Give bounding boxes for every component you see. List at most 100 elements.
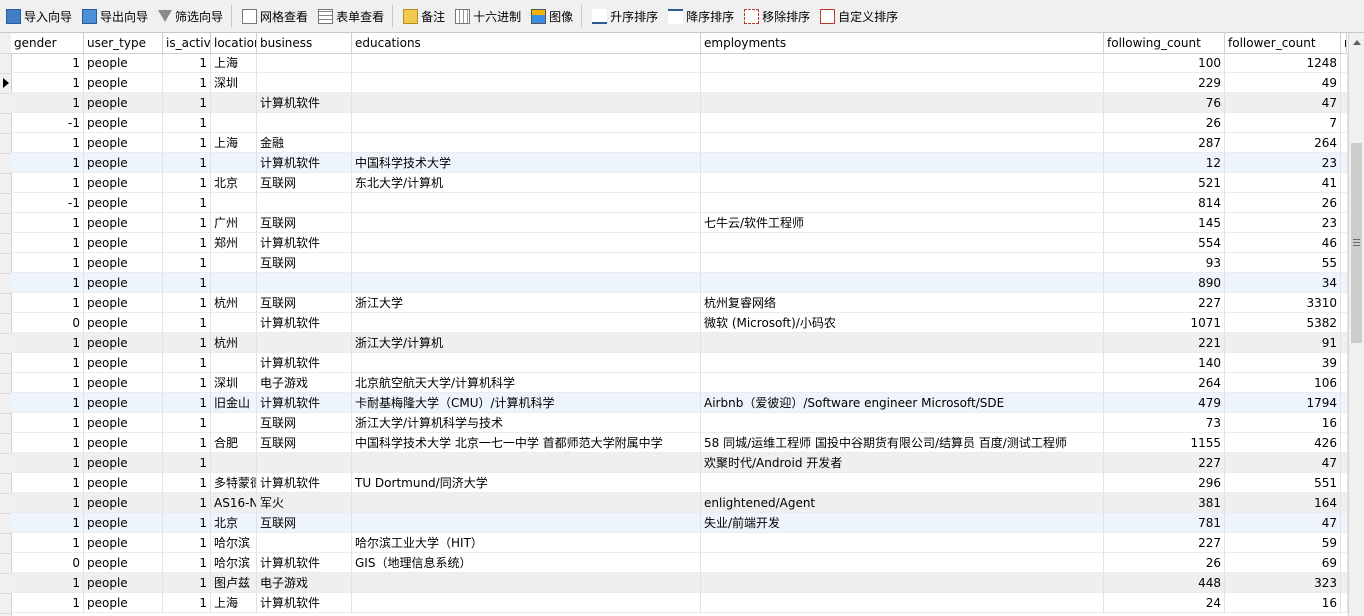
cell-location[interactable]: 北京 [211, 513, 257, 533]
cell-following_count[interactable]: 221 [1104, 333, 1225, 353]
cell-gender[interactable]: 1 [11, 233, 84, 253]
cell-employments[interactable]: enlightened/Agent [701, 493, 1104, 513]
cell-user_type[interactable]: people [84, 353, 163, 373]
table-row[interactable]: 1people1AS16-NW军火enlightened/Agent381164 [11, 493, 1348, 513]
table-row[interactable]: 1 people 1 北京 互联网 失业/前端开发 781 47 [11, 513, 1348, 533]
cell-is_active[interactable]: 1 [163, 373, 211, 393]
cell-educations[interactable] [352, 113, 701, 133]
table-row[interactable]: 1 people 1 欢聚时代/Android 开发者 227 47 [11, 453, 1348, 473]
table-row[interactable]: 1 people 1 上海 100 1248 [11, 53, 1348, 73]
memo-button[interactable]: 备注 [399, 4, 449, 28]
cell-following_count[interactable]: 781 [1104, 513, 1225, 533]
cell-gender[interactable]: 1 [11, 533, 84, 553]
cell-educations[interactable]: 哈尔滨工业大学（HIT） [352, 533, 701, 553]
cell-follower_count[interactable]: 551 [1225, 473, 1341, 493]
cell-follower_count[interactable]: 91 [1225, 333, 1341, 353]
column-header-business[interactable]: business [257, 33, 352, 53]
cell-gender[interactable]: 0 [11, 553, 84, 573]
cell-educations[interactable] [352, 73, 701, 93]
cell-is_active[interactable]: 1 [163, 413, 211, 433]
export-wizard-button[interactable]: 导出向导 [78, 4, 152, 28]
cell-user_type[interactable]: people [84, 373, 163, 393]
cell-business[interactable] [257, 193, 352, 213]
cell-educations[interactable] [352, 253, 701, 273]
cell-extra[interactable] [1341, 533, 1348, 553]
cell-user_type[interactable]: people [84, 553, 163, 573]
cell-user_type[interactable]: people [84, 213, 163, 233]
cell-following_count[interactable]: 381 [1104, 493, 1225, 513]
cell-gender[interactable]: 1 [11, 53, 84, 73]
cell-follower_count[interactable]: 16 [1225, 593, 1341, 613]
cell-business[interactable]: 计算机软件 [257, 233, 352, 253]
cell-employments[interactable] [701, 273, 1104, 293]
cell-extra[interactable] [1341, 373, 1348, 393]
cell-educations[interactable] [352, 93, 701, 113]
column-header-following_count[interactable]: following_count [1104, 33, 1225, 53]
cell-is_active[interactable]: 1 [163, 153, 211, 173]
cell-employments[interactable] [701, 413, 1104, 433]
cell-following_count[interactable]: 100 [1104, 53, 1225, 73]
cell-educations[interactable]: 卡耐基梅隆大学（CMU）/计算机科学 [352, 393, 701, 413]
cell-business[interactable]: 计算机软件 [257, 473, 352, 493]
table-row[interactable]: 1 people 1 旧金山 计算机软件 卡耐基梅隆大学（CMU）/计算机科学 Airbnb… [11, 393, 1348, 413]
cell-location[interactable] [211, 253, 257, 273]
cell-educations[interactable] [352, 453, 701, 473]
cell-user_type[interactable]: people [84, 593, 163, 613]
remove-sort-button[interactable]: 移除排序 [740, 4, 814, 28]
table-row[interactable]: 1 people 1 计算机软件 76 47 [11, 93, 1348, 113]
cell-follower_count[interactable]: 5382 [1225, 313, 1341, 333]
cell-extra[interactable] [1341, 153, 1348, 173]
cell-user_type[interactable]: people [84, 573, 163, 593]
column-header-extra[interactable]: r [1341, 33, 1347, 53]
custom-sort-button[interactable]: 自定义排序 [816, 4, 902, 28]
cell-user_type[interactable]: people [84, 453, 163, 473]
cell-user_type[interactable]: people [84, 193, 163, 213]
cell-following_count[interactable]: 140 [1104, 353, 1225, 373]
cell-educations[interactable] [352, 53, 701, 73]
table-row[interactable]: 1 people 1 郑州 计算机软件 554 46 [11, 233, 1348, 253]
cell-extra[interactable] [1341, 333, 1348, 353]
cell-is_active[interactable]: 1 [163, 593, 211, 613]
scroll-thumb[interactable] [1351, 143, 1362, 343]
cell-follower_count[interactable]: 26 [1225, 193, 1341, 213]
cell-is_active[interactable]: 1 [163, 493, 211, 513]
import-wizard-button[interactable]: 导入向导 [2, 4, 76, 28]
cell-follower_count[interactable]: 264 [1225, 133, 1341, 153]
table-row[interactable]: 1 people 1 合肥 互联网 中国科学技术大学 北京一七一中学 首都师范大学附属中学… [11, 433, 1348, 453]
cell-follower_count[interactable]: 323 [1225, 573, 1341, 593]
cell-location[interactable] [211, 113, 257, 133]
cell-extra[interactable] [1341, 573, 1348, 593]
cell-user_type[interactable]: people [84, 413, 163, 433]
cell-following_count[interactable]: 1071 [1104, 313, 1225, 333]
cell-location[interactable]: 杭州 [211, 293, 257, 313]
cell-following_count[interactable]: 521 [1104, 173, 1225, 193]
cell-following_count[interactable]: 1155 [1104, 433, 1225, 453]
cell-follower_count[interactable]: 106 [1225, 373, 1341, 393]
table-row[interactable]: 1 people 1 杭州 浙江大学/计算机 221 91 [11, 333, 1348, 353]
cell-gender[interactable]: 1 [11, 593, 84, 613]
cell-location[interactable] [211, 313, 257, 333]
cell-extra[interactable] [1341, 513, 1348, 533]
cell-user_type[interactable]: people [84, 333, 163, 353]
cell-location[interactable] [211, 153, 257, 173]
cell-following_count[interactable]: 296 [1104, 473, 1225, 493]
cell-gender[interactable]: 1 [11, 213, 84, 233]
cell-user_type[interactable]: people [84, 433, 163, 453]
cell-business[interactable]: 计算机软件 [257, 593, 352, 613]
cell-is_active[interactable]: 1 [163, 573, 211, 593]
cell-location[interactable]: 上海 [211, 133, 257, 153]
cell-gender[interactable]: 1 [11, 453, 84, 473]
cell-business[interactable] [257, 113, 352, 133]
cell-follower_count[interactable]: 47 [1225, 93, 1341, 113]
cell-is_active[interactable]: 1 [163, 253, 211, 273]
cell-business[interactable]: 计算机软件 [257, 553, 352, 573]
cell-location[interactable]: 哈尔滨 [211, 553, 257, 573]
cell-employments[interactable] [701, 53, 1104, 73]
cell-educations[interactable] [352, 273, 701, 293]
cell-business[interactable]: 电子游戏 [257, 373, 352, 393]
cell-following_count[interactable]: 227 [1104, 453, 1225, 473]
cell-location[interactable] [211, 453, 257, 473]
table-row[interactable]: 1 people 1 深圳 229 49 [11, 73, 1348, 93]
cell-user_type[interactable]: people [84, 153, 163, 173]
cell-is_active[interactable]: 1 [163, 433, 211, 453]
